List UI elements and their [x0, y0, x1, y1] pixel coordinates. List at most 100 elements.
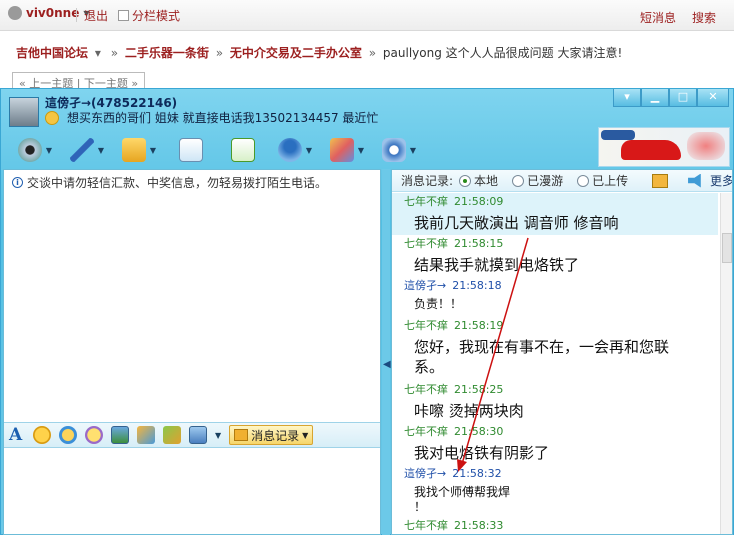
chevron-down-icon: ▾ — [94, 46, 101, 60]
message-time: 21:58:09 — [454, 195, 504, 208]
contact-info-button[interactable]: ▼ — [269, 134, 321, 166]
advertisement-banner[interactable] — [598, 127, 730, 167]
font-icon[interactable]: A — [9, 426, 25, 444]
scrollbar-thumb[interactable] — [722, 233, 732, 263]
record-option-roam[interactable]: 已漫游 — [512, 172, 563, 189]
voice-button[interactable]: ▼ — [61, 134, 113, 166]
contact-avatar[interactable] — [9, 97, 39, 127]
music-icon[interactable] — [137, 426, 155, 444]
apps-button[interactable]: ▼ — [321, 134, 373, 166]
radio-roam[interactable] — [512, 174, 525, 187]
message-header: 七年不痒 21:58:30 — [404, 423, 503, 439]
message-text-line2: ！ — [414, 500, 427, 514]
radio-upload[interactable] — [577, 174, 590, 187]
file-transfer-button[interactable]: ▼ — [113, 134, 165, 166]
message-item: 七年不痒 21:58:19 您好，我现在有事不在，一会再和您联 系。 — [392, 317, 718, 381]
chevron-down-icon[interactable]: ▼ — [150, 146, 156, 155]
export-icon[interactable] — [652, 173, 669, 188]
window-controls: ▾ ▁ □ ✕ — [613, 89, 729, 107]
message-time: 21:58:25 — [454, 383, 504, 396]
message-sender: 七年不痒 — [404, 237, 448, 250]
email-button[interactable] — [165, 134, 217, 166]
message-text: 咔嚓 烫掉两块肉 — [414, 402, 524, 420]
speaker-icon[interactable] — [688, 173, 701, 188]
radio-local[interactable] — [459, 174, 472, 187]
message-sender: 七年不痒 — [404, 383, 448, 396]
ad-slogan-graphic — [687, 132, 725, 160]
minimize-icon[interactable]: ▁ — [641, 89, 669, 107]
chevron-down-icon[interactable]: ▼ — [410, 146, 416, 155]
emoticon-icon[interactable] — [33, 426, 51, 444]
chevron-down-icon: ▼ — [302, 430, 309, 440]
safety-notice-text: 交谈中请勿轻信汇款、中奖信息，勿轻易拨打陌生电话。 — [27, 176, 328, 190]
webcam-icon — [17, 138, 42, 162]
message-item: 七年不痒 21:58:25 咔嚓 烫掉两块肉 — [392, 381, 718, 423]
screenshot-icon[interactable] — [163, 426, 181, 444]
breadcrumb-forum[interactable]: 吉他中国论坛 — [16, 46, 88, 60]
divider — [76, 8, 77, 22]
message-header: 七年不痒 21:58:33 — [404, 517, 503, 533]
mic-icon — [69, 138, 94, 162]
chevron-down-icon[interactable]: ▼ — [98, 146, 104, 155]
username-label: viv0nne — [26, 6, 80, 20]
record-option-local-label: 本地 — [474, 174, 499, 188]
message-history-button[interactable]: 消息记录 ▼ — [229, 425, 314, 445]
maximize-icon[interactable]: □ — [669, 89, 697, 107]
chevron-down-icon[interactable]: ▼ — [215, 431, 221, 440]
collapse-arrow-icon[interactable]: ◀ — [383, 359, 391, 370]
chevron-down-icon[interactable]: ▼ — [306, 146, 312, 155]
user-avatar-icon — [8, 6, 22, 20]
message-scrollbar[interactable] — [720, 193, 732, 534]
skin-icon[interactable]: ▾ — [613, 89, 641, 107]
message-item: 七年不痒 21:58:30 我对电烙铁有阴影了 — [392, 423, 718, 465]
folder-transfer-icon — [121, 138, 146, 162]
more-link[interactable]: 更多 — [710, 172, 732, 189]
logout-link[interactable]: 退出 — [84, 7, 108, 24]
chevron-down-icon[interactable]: ▼ — [46, 146, 52, 155]
message-header: 這傍孑→ 21:58:32 — [404, 465, 502, 481]
split-mode-checkbox[interactable] — [118, 10, 129, 21]
record-option-roam-label: 已漫游 — [527, 174, 564, 188]
message-header: 七年不痒 21:58:25 — [404, 381, 503, 397]
online-status-icon[interactable] — [45, 111, 59, 125]
close-icon[interactable]: ✕ — [697, 89, 729, 107]
history-pane: 消息记录: 本地 已漫游 已上传 更多 七年不痒 21:58:09 我前几天敞演出 … — [391, 169, 733, 535]
magic-face-icon[interactable] — [59, 426, 77, 444]
image-icon[interactable] — [111, 426, 129, 444]
record-bar: 消息记录: 本地 已漫游 已上传 更多 — [392, 170, 732, 192]
thread-title: paullyong 这个人人品很成问题 大家请注意! — [382, 46, 623, 60]
message-item: 七年不痒 21:58:15 结果我手就摸到电烙铁了 — [392, 235, 718, 277]
split-mode-toggle[interactable]: 分栏模式 — [118, 7, 180, 24]
settings-button[interactable]: ▼ — [373, 134, 425, 166]
screen-share-icon[interactable] — [189, 426, 207, 444]
chevron-down-icon[interactable]: ▼ — [358, 146, 364, 155]
message-sender: 這傍孑→ — [404, 467, 447, 480]
breadcrumb: 吉他中国论坛 ▾ » 二手乐器一条街 » 无中介交易及二手办公室 » paull… — [16, 44, 622, 61]
record-option-upload[interactable]: 已上传 — [577, 172, 628, 189]
message-sender: 七年不痒 — [404, 319, 448, 332]
history-button-label: 消息记录 — [251, 428, 300, 443]
message-text: 我找个师傅帮我焊 — [414, 485, 511, 499]
webcam-button[interactable]: ▼ — [9, 134, 61, 166]
create-group-button[interactable] — [217, 134, 269, 166]
search-link[interactable]: 搜索 — [692, 9, 716, 26]
breadcrumb-subboard[interactable]: 无中介交易及二手办公室 — [230, 46, 362, 60]
message-time: 21:58:32 — [452, 467, 502, 480]
message-header: 這傍孑→ 21:58:18 — [404, 277, 502, 293]
compose-pane: i 交谈中请勿轻信汇款、中奖信息，勿轻易拨打陌生电话。 A ▼ 消息记录 ▼ — [3, 169, 381, 535]
shake-icon[interactable] — [85, 426, 103, 444]
message-header: 七年不痒 21:58:19 — [404, 317, 503, 333]
messages-link[interactable]: 短消息 — [640, 9, 676, 26]
info-icon: i — [12, 177, 23, 188]
message-sender: 七年不痒 — [404, 519, 448, 532]
pane-splitter[interactable]: ◀ — [382, 169, 391, 535]
chat-window: 這傍孑→(478522146) 想买东西的哥们 姐妹 就直接电话我1350213… — [0, 88, 734, 535]
contact-signature: 想买东西的哥们 姐妹 就直接电话我13502134457 最近忙 — [67, 111, 379, 125]
record-option-local[interactable]: 本地 — [459, 172, 498, 189]
message-text: 我对电烙铁有阴影了 — [414, 444, 550, 462]
breadcrumb-separator: » — [368, 46, 377, 60]
message-text-line2: 系。 — [414, 358, 445, 376]
split-mode-label: 分栏模式 — [132, 9, 181, 23]
user-menu[interactable]: viv0nne ▼ — [8, 6, 90, 20]
breadcrumb-board[interactable]: 二手乐器一条街 — [125, 46, 209, 60]
